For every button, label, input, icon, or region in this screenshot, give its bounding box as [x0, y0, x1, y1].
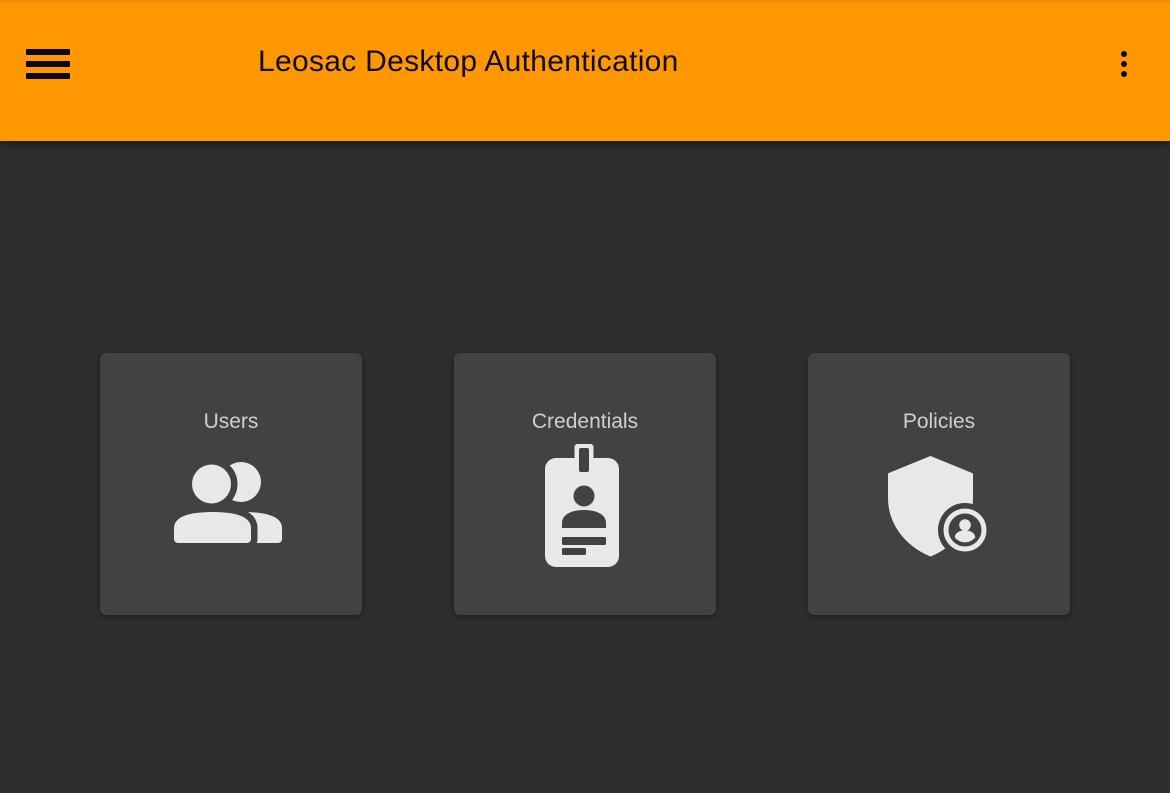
card-credentials[interactable]: Credentials — [454, 353, 716, 615]
id-badge-icon — [545, 444, 619, 567]
app-bar: Leosac Desktop Authentication — [0, 0, 1170, 141]
kebab-menu-icon — [1121, 51, 1127, 57]
card-users-label: Users — [203, 410, 259, 433]
app-title: Leosac Desktop Authentication — [258, 45, 679, 78]
card-users[interactable]: Users — [100, 353, 362, 615]
app-window: Leosac Desktop Authentication Users Cred… — [0, 0, 1170, 793]
hamburger-icon — [26, 49, 70, 55]
card-policies[interactable]: Policies — [808, 353, 1070, 615]
card-credentials-label: Credentials — [531, 410, 639, 433]
menu-button[interactable] — [26, 49, 70, 79]
users-icon — [174, 462, 282, 543]
overflow-menu-button[interactable] — [1112, 46, 1136, 82]
card-policies-label: Policies — [902, 410, 976, 433]
dashboard-cards: Users Credentials Policies — [100, 353, 1070, 615]
shield-user-icon — [888, 456, 987, 557]
